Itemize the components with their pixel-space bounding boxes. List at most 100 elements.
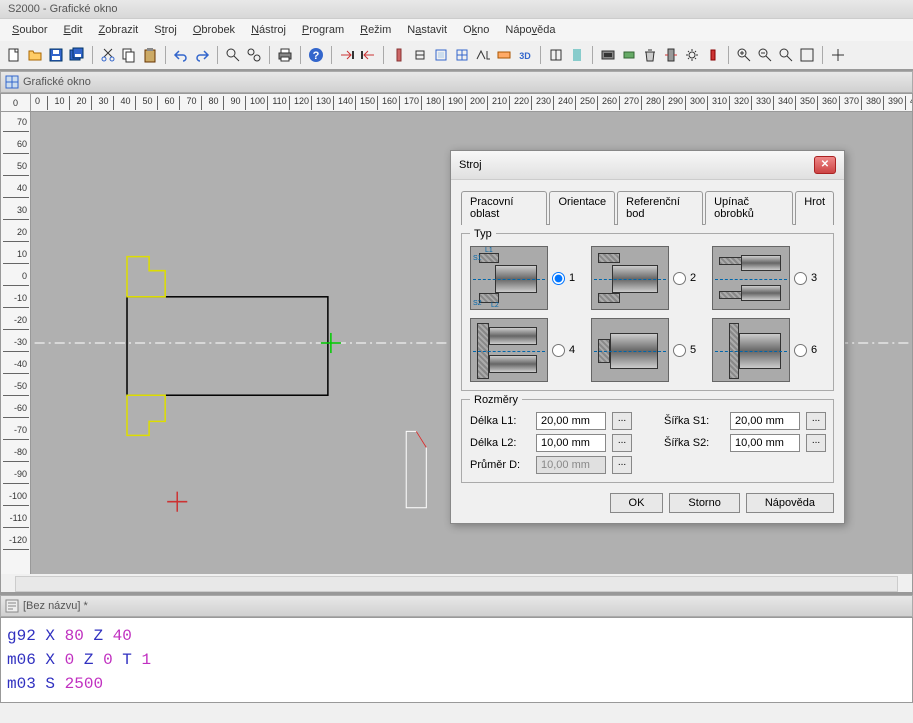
graphics-panel-title: Grafické okno — [23, 76, 91, 88]
paste-icon[interactable] — [140, 45, 160, 65]
type-option-3[interactable]: 3 — [712, 246, 825, 310]
s2-input[interactable] — [730, 434, 800, 452]
window-title-bar: S2000 - Grafické okno — [0, 0, 913, 19]
zoom-out-icon[interactable] — [755, 45, 775, 65]
s2-browse-button[interactable]: ... — [806, 434, 826, 452]
l1-input[interactable] — [536, 412, 606, 430]
tab-chuck[interactable]: Upínač obrobků — [705, 191, 793, 225]
l2-browse-button[interactable]: ... — [612, 434, 632, 452]
ok-button[interactable]: OK — [610, 493, 664, 513]
menu-bar: Soubor Edit Zobrazit Stroj Obrobek Nástr… — [0, 19, 913, 41]
type-group: Typ S1 L1 S2 L2 1 — [461, 233, 834, 391]
chuck-type-3-preview — [712, 246, 790, 310]
tool-red-icon[interactable] — [703, 45, 723, 65]
s1-label: Šířka S1: — [664, 415, 724, 427]
save-icon[interactable] — [46, 45, 66, 65]
menu-nastavit[interactable]: Nastavit — [399, 21, 455, 39]
help-icon[interactable]: ? — [306, 45, 326, 65]
tool5-icon[interactable] — [473, 45, 493, 65]
3d-icon[interactable]: 3D — [515, 45, 535, 65]
crosshair-icon[interactable] — [828, 45, 848, 65]
type-option-4[interactable]: 4 — [470, 318, 583, 382]
settings-icon[interactable] — [682, 45, 702, 65]
l2-label: Délka L2: — [470, 437, 530, 449]
l1-label: Délka L1: — [470, 415, 530, 427]
menu-napoveda[interactable]: Nápověda — [497, 21, 563, 39]
type-option-5[interactable]: 5 — [591, 318, 704, 382]
type-radio-2[interactable] — [673, 272, 686, 285]
dialog-tabs: Pracovní oblast Orientace Referenční bod… — [461, 190, 834, 225]
code-panel-header: [Bez názvu] * — [0, 595, 913, 617]
chuck-type-1-preview: S1 L1 S2 L2 — [470, 246, 548, 310]
tool8-icon[interactable] — [567, 45, 587, 65]
zoom-in-icon[interactable] — [734, 45, 754, 65]
redo-icon[interactable] — [192, 45, 212, 65]
chuck-type-6-preview — [712, 318, 790, 382]
menu-soubor[interactable]: Soubor — [4, 21, 55, 39]
tab-orientation[interactable]: Orientace — [549, 191, 615, 225]
tool7-icon[interactable] — [546, 45, 566, 65]
toolbar: ? 3D — [0, 41, 913, 71]
menu-okno[interactable]: Okno — [455, 21, 497, 39]
type-radio-1[interactable] — [552, 272, 565, 285]
code-panel-icon — [5, 599, 19, 613]
undo-icon[interactable] — [171, 45, 191, 65]
type-option-2[interactable]: 2 — [591, 246, 704, 310]
save-all-icon[interactable] — [67, 45, 87, 65]
dimensions-group-label: Rozměry — [470, 394, 522, 406]
horizontal-scrollbar[interactable] — [15, 576, 898, 592]
open-file-icon[interactable] — [25, 45, 45, 65]
type-radio-4[interactable] — [552, 344, 565, 357]
type-option-1[interactable]: S1 L1 S2 L2 1 — [470, 246, 583, 310]
print-icon[interactable] — [275, 45, 295, 65]
machine-icon[interactable] — [598, 45, 618, 65]
tool4-icon[interactable] — [452, 45, 472, 65]
tool3-icon[interactable] — [431, 45, 451, 65]
cancel-button[interactable]: Storno — [669, 493, 739, 513]
menu-stroj[interactable]: Stroj — [146, 21, 185, 39]
dialog-titlebar: Stroj ✕ — [451, 151, 844, 180]
zoom-fit-icon[interactable] — [776, 45, 796, 65]
dialog-close-button[interactable]: ✕ — [814, 156, 836, 174]
menu-rezim[interactable]: Režim — [352, 21, 399, 39]
type-radio-3[interactable] — [794, 272, 807, 285]
d-browse-button[interactable]: ... — [612, 456, 632, 474]
menu-edit[interactable]: Edit — [55, 21, 90, 39]
menu-obrobek[interactable]: Obrobek — [185, 21, 243, 39]
find-icon[interactable] — [223, 45, 243, 65]
tool6-icon[interactable] — [494, 45, 514, 65]
tab-tip[interactable]: Hrot — [795, 191, 834, 225]
tool2-icon[interactable] — [410, 45, 430, 65]
tool-change-icon[interactable] — [661, 45, 681, 65]
tab-refpoint[interactable]: Referenční bod — [617, 191, 703, 225]
l1-browse-button[interactable]: ... — [612, 412, 632, 430]
chuck-type-5-preview — [591, 318, 669, 382]
type-option-6[interactable]: 6 — [712, 318, 825, 382]
workpiece-icon[interactable] — [619, 45, 639, 65]
new-file-icon[interactable] — [4, 45, 24, 65]
s1-browse-button[interactable]: ... — [806, 412, 826, 430]
horizontal-ruler: 0102030405060708090100110120130140150160… — [31, 94, 912, 112]
copy-icon[interactable] — [119, 45, 139, 65]
step-into-icon[interactable] — [337, 45, 357, 65]
tool1-icon[interactable] — [389, 45, 409, 65]
trash-icon[interactable] — [640, 45, 660, 65]
type-radio-5[interactable] — [673, 344, 686, 357]
code-panel-title: [Bez názvu] * — [23, 600, 88, 612]
code-editor[interactable]: g92 X 80 Z 40m06 X 0 Z 0 T 1m03 S 2500 — [0, 617, 913, 703]
s1-input[interactable] — [730, 412, 800, 430]
zoom-window-icon[interactable] — [797, 45, 817, 65]
menu-program[interactable]: Program — [294, 21, 352, 39]
menu-nastroj[interactable]: Nástroj — [243, 21, 294, 39]
cut-icon[interactable] — [98, 45, 118, 65]
step-over-icon[interactable] — [358, 45, 378, 65]
tab-workarea[interactable]: Pracovní oblast — [461, 191, 547, 225]
window-title: S2000 - Grafické okno — [8, 3, 117, 15]
find-next-icon[interactable] — [244, 45, 264, 65]
svg-text:3D: 3D — [519, 51, 531, 61]
d-input — [536, 456, 606, 474]
l2-input[interactable] — [536, 434, 606, 452]
menu-zobrazit[interactable]: Zobrazit — [90, 21, 146, 39]
type-radio-6[interactable] — [794, 344, 807, 357]
help-button[interactable]: Nápověda — [746, 493, 834, 513]
